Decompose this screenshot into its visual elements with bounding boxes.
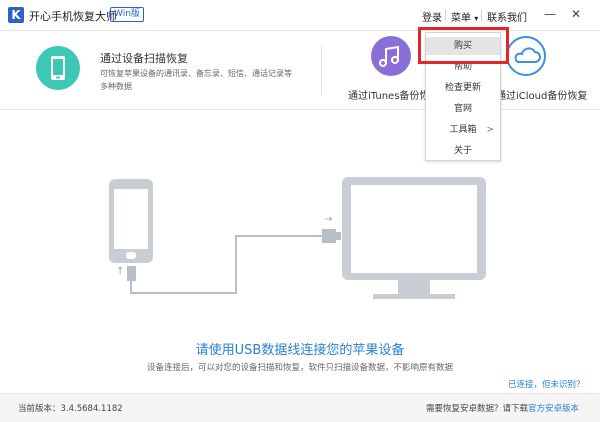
- buy-highlight-box: [418, 27, 509, 64]
- computer-base: [373, 294, 455, 299]
- computer-stand: [398, 280, 430, 294]
- menu-item-about[interactable]: 关于: [426, 142, 500, 160]
- computer-screen: [351, 185, 477, 273]
- menu-item-check-update[interactable]: 检查更新: [426, 79, 500, 97]
- connected-not-recognized-link[interactable]: 已连接，但未识别？: [508, 378, 585, 390]
- menu-item-toolbox[interactable]: 工具箱 >: [426, 121, 500, 139]
- connect-heading: 请使用USB数据线连接您的苹果设备: [195, 343, 405, 358]
- version-label: 当前版本：3.4.5684.1182: [18, 404, 123, 414]
- status-bar: 当前版本：3.4.5684.1182 需要恢复安卓数据？请下载官方安卓版本: [0, 393, 600, 422]
- arrow-up-icon: ↑: [116, 266, 125, 277]
- android-prompt-text: 需要恢复安卓数据？请下载: [426, 404, 529, 414]
- android-prompt: 需要恢复安卓数据？请下载官方安卓版本: [426, 402, 579, 414]
- chevron-right-icon: >: [486, 125, 494, 135]
- menu-item-website[interactable]: 官网: [426, 100, 500, 118]
- arrow-right-icon: →: [324, 214, 333, 225]
- menu-item-toolbox-label: 工具箱: [449, 125, 477, 135]
- connect-subtext: 设备连接后，可以对您的设备扫描和恢复，软件只扫描设备数据，不影响原有数据: [146, 363, 453, 373]
- android-download-link[interactable]: 官方安卓版本: [528, 404, 579, 414]
